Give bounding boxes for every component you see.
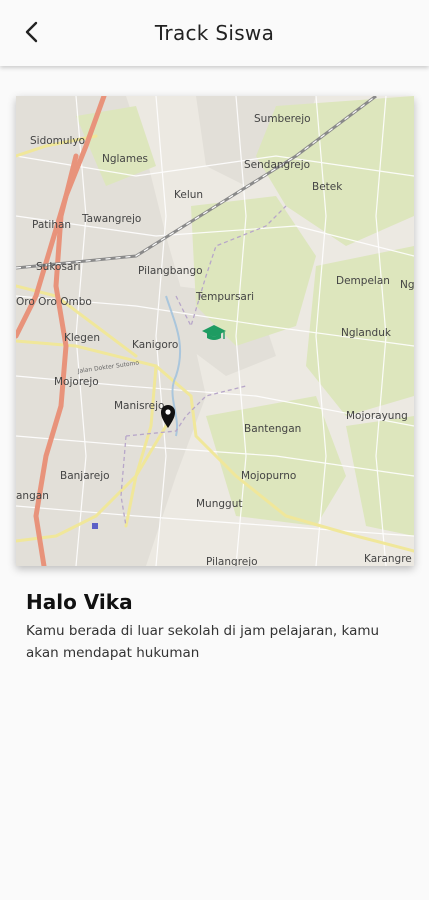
map-label: Mojorejo (54, 376, 99, 388)
map-label: Betek (312, 181, 343, 193)
map-label: Tawangrejo (81, 213, 141, 225)
map-label: Klegen (64, 332, 100, 344)
app-bar: Track Siswa (0, 0, 429, 66)
back-arrow-icon (25, 21, 38, 43)
map-label: Munggut (196, 498, 242, 510)
map-label: Pilangbango (138, 265, 203, 277)
poi-marker (92, 523, 98, 529)
map-label: Sendangrejo (244, 159, 310, 171)
map-label: Mojorayung (346, 410, 408, 422)
map-label: Sidomulyo (30, 135, 85, 147)
back-button[interactable] (18, 18, 46, 46)
greeting-title: Halo Vika (26, 590, 133, 614)
status-message: Kamu berada di luar sekolah di jam pelaj… (26, 623, 380, 661)
map-label: Pilangrejo (206, 556, 258, 566)
map-label: Kanigoro (132, 339, 178, 351)
map-view[interactable]: Sidomulyo Sumberejo Nglames Sendangrejo … (16, 96, 414, 566)
map-label: Banjarejo (60, 470, 110, 482)
map-canvas[interactable]: Sidomulyo Sumberejo Nglames Sendangrejo … (16, 96, 414, 566)
map-label: Tempursari (195, 291, 254, 303)
map-label: Manisrejo (114, 400, 164, 412)
map-label: Dempelan (336, 275, 390, 287)
map-label: Mojopurno (241, 470, 296, 482)
map-label: Patihan (32, 219, 71, 231)
map-label: Ng (400, 279, 414, 291)
page-title: Track Siswa (154, 21, 275, 45)
map-label: Oro Oro Ombo (16, 296, 92, 308)
map-label: Karangre (364, 553, 412, 565)
map-label: Bantengan (244, 423, 301, 435)
map-label: angan (16, 490, 49, 502)
map-label: Nglames (102, 153, 148, 165)
map-label: Kelun (174, 189, 203, 201)
map-label: Sumberejo (254, 113, 311, 125)
map-label: Nglanduk (341, 327, 392, 339)
map-label: Sukosari (36, 261, 81, 273)
